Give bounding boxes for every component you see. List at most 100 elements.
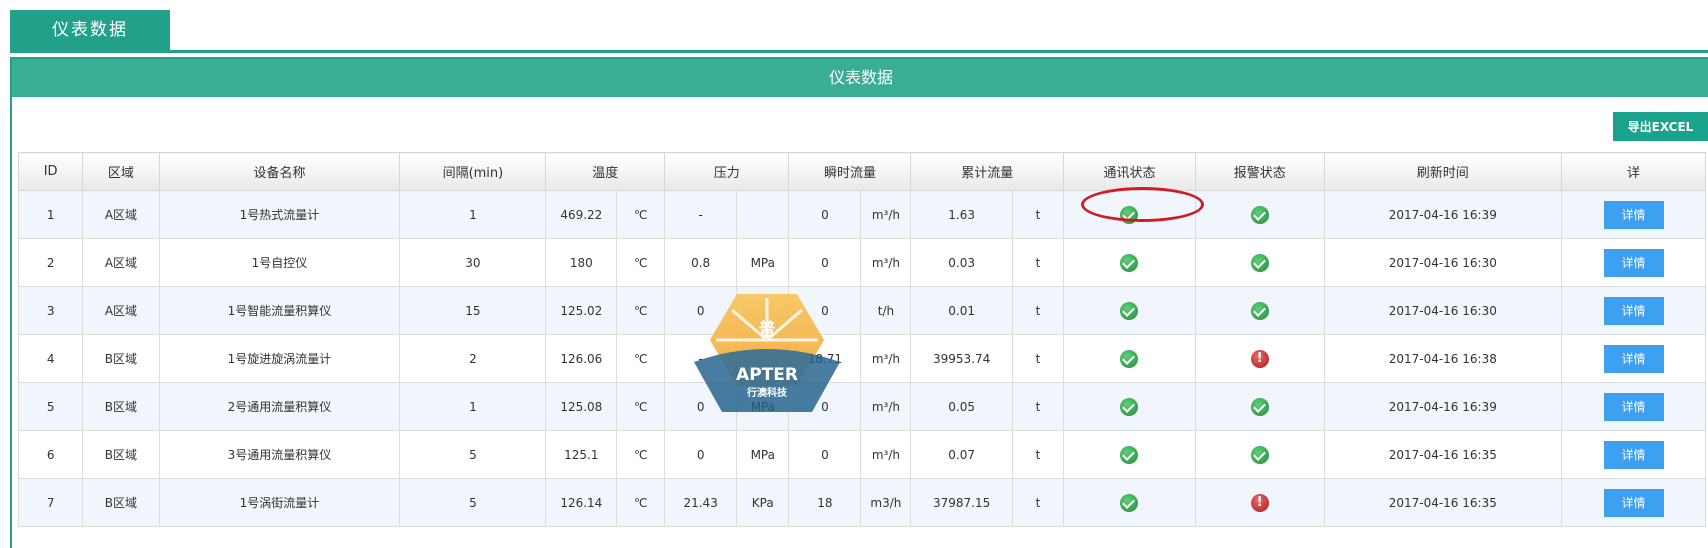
detail-button[interactable]: 详情 xyxy=(1603,440,1664,469)
cell-total-flow: 0.03 xyxy=(910,238,1013,287)
detail-button[interactable]: 详情 xyxy=(1603,200,1664,229)
cell-pressure: 0.8 xyxy=(664,238,738,287)
cell-instant-flow: 0 xyxy=(788,286,862,335)
cell-interval: 5 xyxy=(399,430,547,479)
table-row: 3 A区域 1号智能流量积算仪 15 125.02 ℃ 0 0 t/h 0.01 t 2017-04-… xyxy=(17,286,1706,335)
alert-circle-icon: ! xyxy=(1250,493,1269,512)
table-header-row: ID 区域 设备名称 间隔(min) 温度 压力 瞬时流量 累计流量 通讯状态 … xyxy=(17,152,1706,191)
detail-button[interactable]: 详情 xyxy=(1603,392,1664,421)
column-header: 设备名称 xyxy=(158,152,401,191)
cell-pressure: 0 xyxy=(664,382,738,431)
cell-id: 1 xyxy=(17,190,84,239)
check-circle-icon xyxy=(1120,253,1139,272)
cell-interval: 15 xyxy=(399,286,547,335)
cell-id: 4 xyxy=(17,334,84,383)
cell-total-flow: 0.01 xyxy=(910,286,1013,335)
cell-instant-flow-unit: t/h xyxy=(860,286,912,335)
cell-comm-status xyxy=(1063,238,1196,287)
cell-total-flow-unit: t xyxy=(1011,286,1065,335)
cell-temperature: 469.22 xyxy=(545,190,618,239)
cell-area: A区域 xyxy=(82,238,160,287)
cell-detail: 详情 xyxy=(1561,382,1706,431)
column-header: 压力 xyxy=(664,152,790,191)
cell-instant-flow-unit: m³/h xyxy=(860,190,912,239)
cell-total-flow-unit: t xyxy=(1011,238,1065,287)
export-excel-button[interactable]: 导出EXCEL xyxy=(1613,112,1708,141)
detail-button[interactable]: 详情 xyxy=(1603,488,1664,517)
cell-temperature-unit: ℃ xyxy=(616,478,666,527)
tab-instrument-data[interactable]: 仪表数据 xyxy=(10,10,170,50)
cell-refresh-time: 2017-04-16 16:39 xyxy=(1323,382,1563,431)
check-circle-icon xyxy=(1120,205,1139,224)
cell-alarm-status xyxy=(1194,430,1325,479)
table-row: 4 B区域 1号旋进旋涡流量计 2 126.06 ℃ - 18.71 m³/h 39953.74 t… xyxy=(17,334,1706,383)
cell-pressure-unit: MPa xyxy=(736,430,790,479)
cell-interval: 30 xyxy=(399,238,547,287)
cell-alarm-status xyxy=(1194,286,1325,335)
cell-temperature-unit: ℃ xyxy=(616,286,666,335)
cell-pressure: - xyxy=(664,334,738,383)
detail-button[interactable]: 详情 xyxy=(1603,344,1664,373)
cell-instant-flow-unit: m³/h xyxy=(860,238,912,287)
cell-instant-flow: 0 xyxy=(788,430,862,479)
cell-refresh-time: 2017-04-16 16:38 xyxy=(1323,334,1563,383)
cell-detail: 详情 xyxy=(1561,430,1706,479)
cell-pressure: 0 xyxy=(664,430,738,479)
cell-pressure-unit xyxy=(736,190,790,239)
cell-detail: 详情 xyxy=(1561,190,1706,239)
check-circle-icon xyxy=(1120,445,1139,464)
cell-total-flow-unit: t xyxy=(1011,478,1065,527)
cell-total-flow: 0.07 xyxy=(910,430,1013,479)
cell-pressure-unit xyxy=(736,286,790,335)
cell-instant-flow-unit: m³/h xyxy=(860,334,912,383)
cell-instant-flow-unit: m3/h xyxy=(860,478,912,527)
cell-detail: 详情 xyxy=(1561,334,1706,383)
cell-temperature: 125.02 xyxy=(545,286,618,335)
cell-temperature-unit: ℃ xyxy=(616,430,666,479)
check-circle-icon xyxy=(1120,349,1139,368)
cell-alarm-status xyxy=(1194,238,1325,287)
cell-instant-flow: 0 xyxy=(788,190,862,239)
cell-temperature: 125.1 xyxy=(545,430,618,479)
check-circle-icon xyxy=(1250,445,1269,464)
cell-area: B区域 xyxy=(82,334,160,383)
cell-refresh-time: 2017-04-16 16:30 xyxy=(1323,286,1563,335)
table-row: 6 B区域 3号通用流量积算仪 5 125.1 ℃ 0 MPa 0 m³/h 0.07 t 2017-0… xyxy=(17,430,1706,479)
cell-temperature: 126.06 xyxy=(545,334,618,383)
check-circle-icon xyxy=(1120,397,1139,416)
check-circle-icon xyxy=(1250,301,1269,320)
cell-temperature: 180 xyxy=(545,238,618,287)
detail-button[interactable]: 详情 xyxy=(1603,296,1664,325)
cell-total-flow-unit: t xyxy=(1011,382,1065,431)
cell-device-name: 2号通用流量积算仪 xyxy=(158,382,401,431)
detail-button[interactable]: 详情 xyxy=(1603,248,1664,277)
column-header: 区域 xyxy=(82,152,160,191)
cell-instant-flow-unit: m³/h xyxy=(860,430,912,479)
cell-interval: 1 xyxy=(399,382,547,431)
cell-alarm-status xyxy=(1194,382,1325,431)
cell-total-flow-unit: t xyxy=(1011,190,1065,239)
cell-pressure: - xyxy=(664,190,738,239)
cell-refresh-time: 2017-04-16 16:35 xyxy=(1323,430,1563,479)
cell-pressure: 21.43 xyxy=(664,478,738,527)
cell-refresh-time: 2017-04-16 16:39 xyxy=(1323,190,1563,239)
check-circle-icon xyxy=(1120,301,1139,320)
cell-instant-flow: 18.71 xyxy=(788,334,862,383)
cell-area: A区域 xyxy=(82,286,160,335)
cell-device-name: 1号智能流量积算仪 xyxy=(158,286,401,335)
cell-interval: 2 xyxy=(399,334,547,383)
cell-temperature: 125.08 xyxy=(545,382,618,431)
cell-pressure: 0 xyxy=(664,286,738,335)
column-header: 通讯状态 xyxy=(1063,152,1196,191)
column-header: 报警状态 xyxy=(1194,152,1325,191)
tab-bar: 仪表数据 xyxy=(10,10,1708,53)
table-row: 7 B区域 1号涡街流量计 5 126.14 ℃ 21.43 KPa 18 m3/h 37987.1… xyxy=(17,478,1706,527)
cell-comm-status xyxy=(1063,478,1196,527)
cell-alarm-status xyxy=(1194,190,1325,239)
cell-id: 2 xyxy=(17,238,84,287)
cell-temperature-unit: ℃ xyxy=(616,334,666,383)
check-circle-icon xyxy=(1250,397,1269,416)
cell-device-name: 1号涡街流量计 xyxy=(158,478,401,527)
cell-temperature-unit: ℃ xyxy=(616,238,666,287)
column-header: 间隔(min) xyxy=(399,152,547,191)
